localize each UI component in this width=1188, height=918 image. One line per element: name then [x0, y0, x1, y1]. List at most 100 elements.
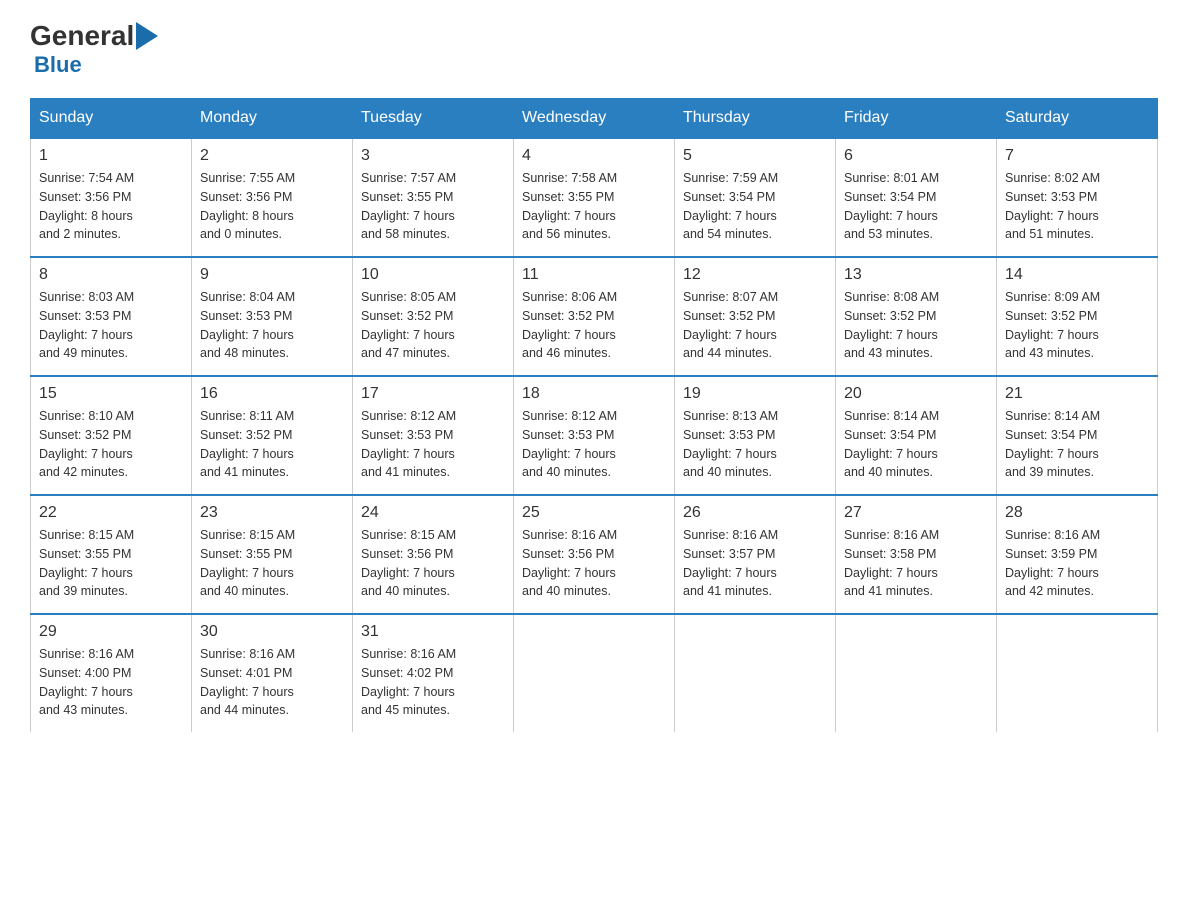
day-cell: 26Sunrise: 8:16 AM Sunset: 3:57 PM Dayli…: [675, 495, 836, 614]
day-header-monday: Monday: [192, 99, 353, 139]
day-cell: 27 Sunrise: 8:16 AM Sunset: 3:58 PM Dayli…: [836, 495, 997, 614]
day-header-friday: Friday: [836, 99, 997, 139]
day-number: 12: [683, 266, 827, 284]
week-row-2: 8 Sunrise: 8:03 AM Sunset: 3:53 PM Daylig…: [31, 257, 1158, 376]
day-cell: 11Sunrise: 8:06 AM Sunset: 3:52 PM Dayli…: [514, 257, 675, 376]
day-cell: 5 Sunrise: 7:59 AM Sunset: 3:54 PM Daylig…: [675, 138, 836, 257]
day-number: 22: [39, 504, 183, 522]
day-info: Sunrise: 8:16 AM Sunset: 4:01 PM Dayligh…: [200, 645, 344, 720]
day-cell: 2 Sunrise: 7:55 AM Sunset: 3:56 PM Daylig…: [192, 138, 353, 257]
day-info: Sunrise: 8:14 AM Sunset: 3:54 PM Dayligh…: [1005, 407, 1149, 482]
day-header-tuesday: Tuesday: [353, 99, 514, 139]
day-header-wednesday: Wednesday: [514, 99, 675, 139]
day-info: Sunrise: 8:16 AM Sunset: 3:58 PM Dayligh…: [844, 526, 988, 601]
day-number: 10: [361, 266, 505, 284]
days-header-row: SundayMondayTuesdayWednesdayThursdayFrid…: [31, 99, 1158, 139]
day-cell: 25 Sunrise: 8:16 AM Sunset: 3:56 PM Dayli…: [514, 495, 675, 614]
day-cell: 19 Sunrise: 8:13 AM Sunset: 3:53 PM Dayli…: [675, 376, 836, 495]
day-header-sunday: Sunday: [31, 99, 192, 139]
day-info: Sunrise: 8:16 AM Sunset: 3:56 PM Dayligh…: [522, 526, 666, 601]
day-cell: 14 Sunrise: 8:09 AM Sunset: 3:52 PM Dayli…: [997, 257, 1158, 376]
day-info: Sunrise: 8:14 AM Sunset: 3:54 PM Dayligh…: [844, 407, 988, 482]
day-info: Sunrise: 8:04 AM Sunset: 3:53 PM Dayligh…: [200, 288, 344, 363]
day-number: 3: [361, 147, 505, 165]
day-number: 28: [1005, 504, 1149, 522]
day-info: Sunrise: 8:16 AM Sunset: 4:02 PM Dayligh…: [361, 645, 505, 720]
day-cell: 3Sunrise: 7:57 AM Sunset: 3:55 PM Daylig…: [353, 138, 514, 257]
day-info: Sunrise: 8:03 AM Sunset: 3:53 PM Dayligh…: [39, 288, 183, 363]
day-header-thursday: Thursday: [675, 99, 836, 139]
logo-general: General: [30, 20, 134, 52]
day-cell: 7 Sunrise: 8:02 AM Sunset: 3:53 PM Daylig…: [997, 138, 1158, 257]
day-info: Sunrise: 8:02 AM Sunset: 3:53 PM Dayligh…: [1005, 169, 1149, 244]
day-cell: 1 Sunrise: 7:54 AM Sunset: 3:56 PM Daylig…: [31, 138, 192, 257]
day-number: 8: [39, 266, 183, 284]
day-number: 18: [522, 385, 666, 403]
day-info: Sunrise: 8:06 AM Sunset: 3:52 PM Dayligh…: [522, 288, 666, 363]
day-cell: 15 Sunrise: 8:10 AM Sunset: 3:52 PM Dayli…: [31, 376, 192, 495]
day-info: Sunrise: 7:59 AM Sunset: 3:54 PM Dayligh…: [683, 169, 827, 244]
day-cell: 31Sunrise: 8:16 AM Sunset: 4:02 PM Dayli…: [353, 614, 514, 732]
day-cell: 4Sunrise: 7:58 AM Sunset: 3:55 PM Daylig…: [514, 138, 675, 257]
day-cell: 30 Sunrise: 8:16 AM Sunset: 4:01 PM Dayli…: [192, 614, 353, 732]
day-cell: 10 Sunrise: 8:05 AM Sunset: 3:52 PM Dayli…: [353, 257, 514, 376]
day-info: Sunrise: 7:55 AM Sunset: 3:56 PM Dayligh…: [200, 169, 344, 244]
day-number: 23: [200, 504, 344, 522]
day-info: Sunrise: 8:05 AM Sunset: 3:52 PM Dayligh…: [361, 288, 505, 363]
day-info: Sunrise: 8:12 AM Sunset: 3:53 PM Dayligh…: [361, 407, 505, 482]
day-number: 5: [683, 147, 827, 165]
day-number: 20: [844, 385, 988, 403]
day-cell: 16 Sunrise: 8:11 AM Sunset: 3:52 PM Dayli…: [192, 376, 353, 495]
day-cell: 18 Sunrise: 8:12 AM Sunset: 3:53 PM Dayli…: [514, 376, 675, 495]
day-number: 1: [39, 147, 183, 165]
day-number: 15: [39, 385, 183, 403]
day-number: 17: [361, 385, 505, 403]
day-number: 13: [844, 266, 988, 284]
day-info: Sunrise: 8:08 AM Sunset: 3:52 PM Dayligh…: [844, 288, 988, 363]
day-header-saturday: Saturday: [997, 99, 1158, 139]
day-info: Sunrise: 8:01 AM Sunset: 3:54 PM Dayligh…: [844, 169, 988, 244]
day-number: 14: [1005, 266, 1149, 284]
day-info: Sunrise: 7:54 AM Sunset: 3:56 PM Dayligh…: [39, 169, 183, 244]
day-cell: [675, 614, 836, 732]
day-info: Sunrise: 8:13 AM Sunset: 3:53 PM Dayligh…: [683, 407, 827, 482]
day-info: Sunrise: 8:16 AM Sunset: 3:57 PM Dayligh…: [683, 526, 827, 601]
day-cell: [514, 614, 675, 732]
day-cell: 6 Sunrise: 8:01 AM Sunset: 3:54 PM Daylig…: [836, 138, 997, 257]
day-cell: 22 Sunrise: 8:15 AM Sunset: 3:55 PM Dayli…: [31, 495, 192, 614]
day-cell: 13 Sunrise: 8:08 AM Sunset: 3:52 PM Dayli…: [836, 257, 997, 376]
day-info: Sunrise: 8:16 AM Sunset: 4:00 PM Dayligh…: [39, 645, 183, 720]
day-number: 7: [1005, 147, 1149, 165]
day-cell: 23Sunrise: 8:15 AM Sunset: 3:55 PM Dayli…: [192, 495, 353, 614]
day-info: Sunrise: 8:12 AM Sunset: 3:53 PM Dayligh…: [522, 407, 666, 482]
day-cell: 8 Sunrise: 8:03 AM Sunset: 3:53 PM Daylig…: [31, 257, 192, 376]
day-cell: 17 Sunrise: 8:12 AM Sunset: 3:53 PM Dayli…: [353, 376, 514, 495]
day-number: 27: [844, 504, 988, 522]
day-cell: 29 Sunrise: 8:16 AM Sunset: 4:00 PM Dayli…: [31, 614, 192, 732]
day-number: 6: [844, 147, 988, 165]
day-number: 24: [361, 504, 505, 522]
calendar-table: SundayMondayTuesdayWednesdayThursdayFrid…: [30, 98, 1158, 732]
day-number: 29: [39, 623, 183, 641]
logo: General Blue: [30, 20, 158, 78]
logo-blue: Blue: [34, 52, 82, 77]
day-cell: 24 Sunrise: 8:15 AM Sunset: 3:56 PM Dayli…: [353, 495, 514, 614]
day-info: Sunrise: 8:10 AM Sunset: 3:52 PM Dayligh…: [39, 407, 183, 482]
day-cell: 9 Sunrise: 8:04 AM Sunset: 3:53 PM Daylig…: [192, 257, 353, 376]
day-number: 30: [200, 623, 344, 641]
day-number: 19: [683, 385, 827, 403]
day-info: Sunrise: 8:07 AM Sunset: 3:52 PM Dayligh…: [683, 288, 827, 363]
day-info: Sunrise: 8:15 AM Sunset: 3:55 PM Dayligh…: [39, 526, 183, 601]
logo-arrow-icon: [136, 22, 158, 50]
day-cell: [836, 614, 997, 732]
day-number: 25: [522, 504, 666, 522]
day-info: Sunrise: 8:11 AM Sunset: 3:52 PM Dayligh…: [200, 407, 344, 482]
day-info: Sunrise: 8:16 AM Sunset: 3:59 PM Dayligh…: [1005, 526, 1149, 601]
week-row-1: 1 Sunrise: 7:54 AM Sunset: 3:56 PM Daylig…: [31, 138, 1158, 257]
day-number: 9: [200, 266, 344, 284]
day-info: Sunrise: 8:09 AM Sunset: 3:52 PM Dayligh…: [1005, 288, 1149, 363]
day-number: 16: [200, 385, 344, 403]
day-info: Sunrise: 8:15 AM Sunset: 3:56 PM Dayligh…: [361, 526, 505, 601]
day-number: 21: [1005, 385, 1149, 403]
day-number: 2: [200, 147, 344, 165]
